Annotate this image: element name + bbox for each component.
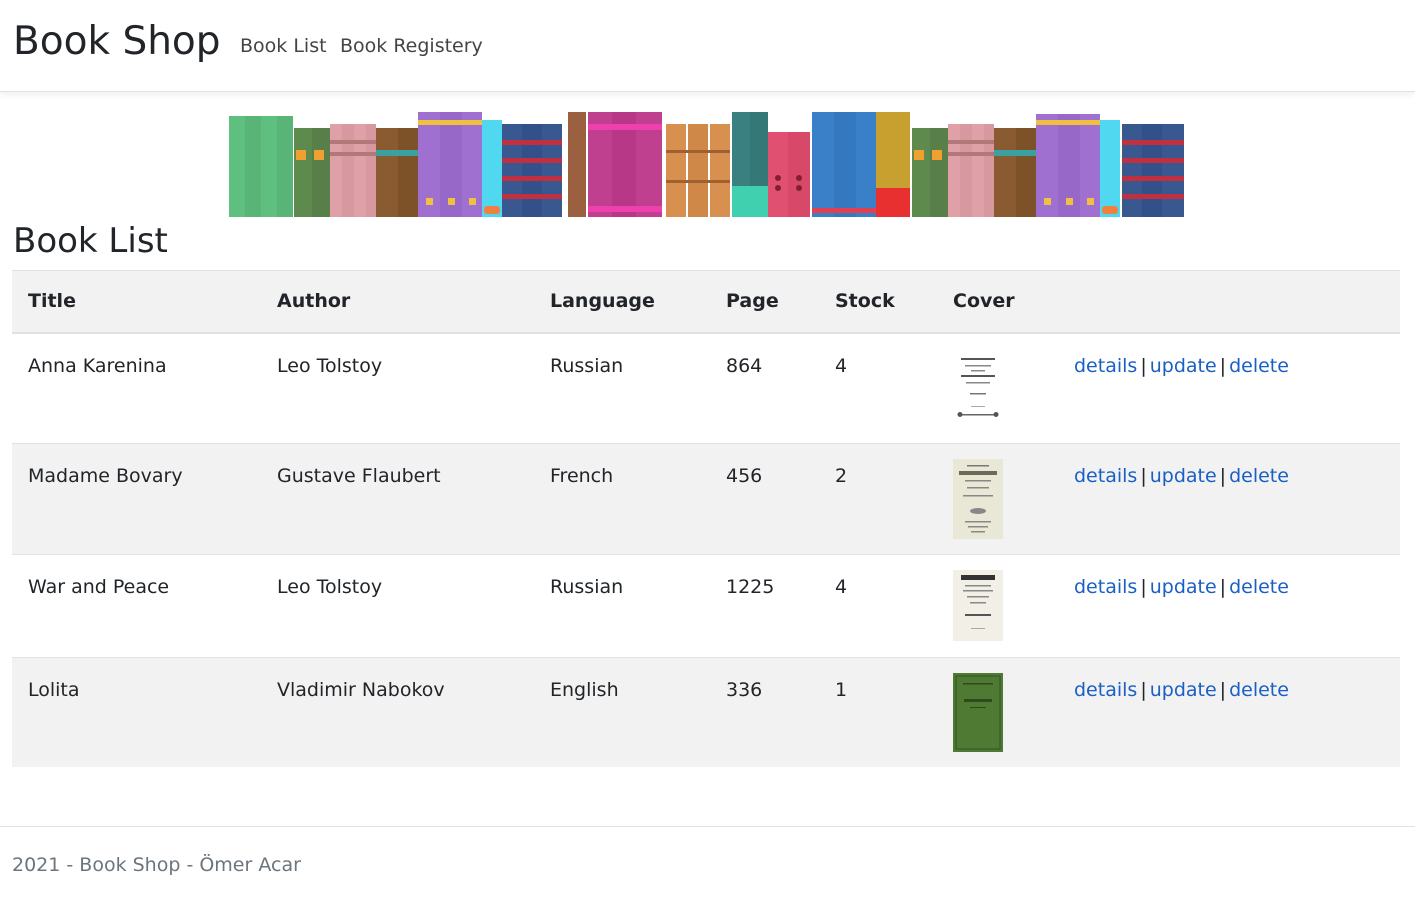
details-link[interactable]: details xyxy=(1074,465,1137,487)
delete-link[interactable]: delete xyxy=(1229,465,1289,487)
action-separator: | xyxy=(1219,465,1227,487)
column-header-actions xyxy=(1058,270,1400,334)
cell-cover xyxy=(937,555,1058,658)
action-separator: | xyxy=(1140,465,1147,487)
update-link[interactable]: update xyxy=(1150,679,1217,701)
update-link[interactable]: update xyxy=(1150,465,1217,487)
details-link[interactable]: details xyxy=(1074,355,1137,377)
cell-author: Leo Tolstoy xyxy=(277,354,383,377)
cell-author: Gustave Flaubert xyxy=(277,465,441,487)
cell-title: Lolita xyxy=(28,679,80,701)
bookshelf-banner-image xyxy=(229,112,1184,217)
footer-text: 2021 - Book Shop - Ömer Acar xyxy=(12,854,301,876)
action-separator: | xyxy=(1219,679,1227,701)
cell-stock: 4 xyxy=(835,354,848,377)
cell-cover xyxy=(937,658,1058,767)
cover-image-anna-karenina xyxy=(953,351,1003,422)
page-title: Book List xyxy=(13,221,168,261)
delete-link[interactable]: delete xyxy=(1229,679,1289,701)
action-separator: | xyxy=(1140,576,1147,598)
cell-title: Anna Karenina xyxy=(28,354,167,377)
column-header-language: Language xyxy=(534,270,710,334)
delete-link[interactable]: delete xyxy=(1229,355,1289,377)
cell-stock: 4 xyxy=(835,576,848,598)
cell-author: Vladimir Nabokov xyxy=(277,679,445,701)
cell-stock: 1 xyxy=(835,679,848,701)
nav-link-book-list[interactable]: Book List xyxy=(240,34,327,58)
table-row: Lolita Vladimir Nabokov English 336 1 de… xyxy=(12,657,1400,767)
delete-link[interactable]: delete xyxy=(1229,576,1289,598)
action-separator: | xyxy=(1219,576,1227,598)
action-separator: | xyxy=(1140,679,1147,701)
cell-title: Madame Bovary xyxy=(28,465,183,487)
footer: 2021 - Book Shop - Ömer Acar xyxy=(0,826,1415,897)
cell-page: 456 xyxy=(726,465,763,487)
cell-language: Russian xyxy=(550,354,624,377)
cell-cover xyxy=(937,333,1058,444)
details-link[interactable]: details xyxy=(1074,679,1137,701)
table-row: Anna Karenina Leo Tolstoy Russian 864 4 … xyxy=(12,333,1400,444)
cover-image-war-and-peace xyxy=(953,570,1003,641)
cell-actions: details | update | delete xyxy=(1058,555,1400,658)
update-link[interactable]: update xyxy=(1150,355,1217,377)
cell-author: Leo Tolstoy xyxy=(277,576,383,598)
cover-image-lolita xyxy=(953,673,1003,752)
cell-actions: details | update | delete xyxy=(1058,658,1400,767)
nav-link-book-registery[interactable]: Book Registery xyxy=(340,34,483,58)
cell-page: 336 xyxy=(726,679,763,701)
navbar: Book Shop Book List Book Registery xyxy=(0,0,1415,92)
column-header-page: Page xyxy=(710,270,819,334)
cover-image-madame-bovary xyxy=(953,459,1003,539)
cell-stock: 2 xyxy=(835,465,848,487)
column-header-cover: Cover xyxy=(937,270,1058,334)
column-header-title: Title xyxy=(12,270,261,334)
cell-page: 1225 xyxy=(726,576,775,598)
cell-title: War and Peace xyxy=(28,576,170,598)
table-header-row: Title Author Language Page Stock Cover xyxy=(12,270,1400,334)
cell-cover xyxy=(937,444,1058,555)
details-link[interactable]: details xyxy=(1074,576,1137,598)
update-link[interactable]: update xyxy=(1150,576,1217,598)
cell-page: 864 xyxy=(726,354,763,377)
cell-language: English xyxy=(550,679,619,701)
book-table: Title Author Language Page Stock Cover A… xyxy=(12,270,1400,767)
cell-language: French xyxy=(550,465,614,487)
table-row: War and Peace Leo Tolstoy Russian 1225 4… xyxy=(12,555,1400,658)
column-header-author: Author xyxy=(261,270,534,334)
cell-actions: details | update | delete xyxy=(1058,333,1400,444)
column-header-stock: Stock xyxy=(819,270,937,334)
action-separator: | xyxy=(1140,354,1147,377)
table-row: Madame Bovary Gustave Flaubert French 45… xyxy=(12,443,1400,555)
action-separator: | xyxy=(1219,354,1227,377)
cell-language: Russian xyxy=(550,576,624,598)
brand-link[interactable]: Book Shop xyxy=(13,18,221,66)
cell-actions: details | update | delete xyxy=(1058,444,1400,555)
